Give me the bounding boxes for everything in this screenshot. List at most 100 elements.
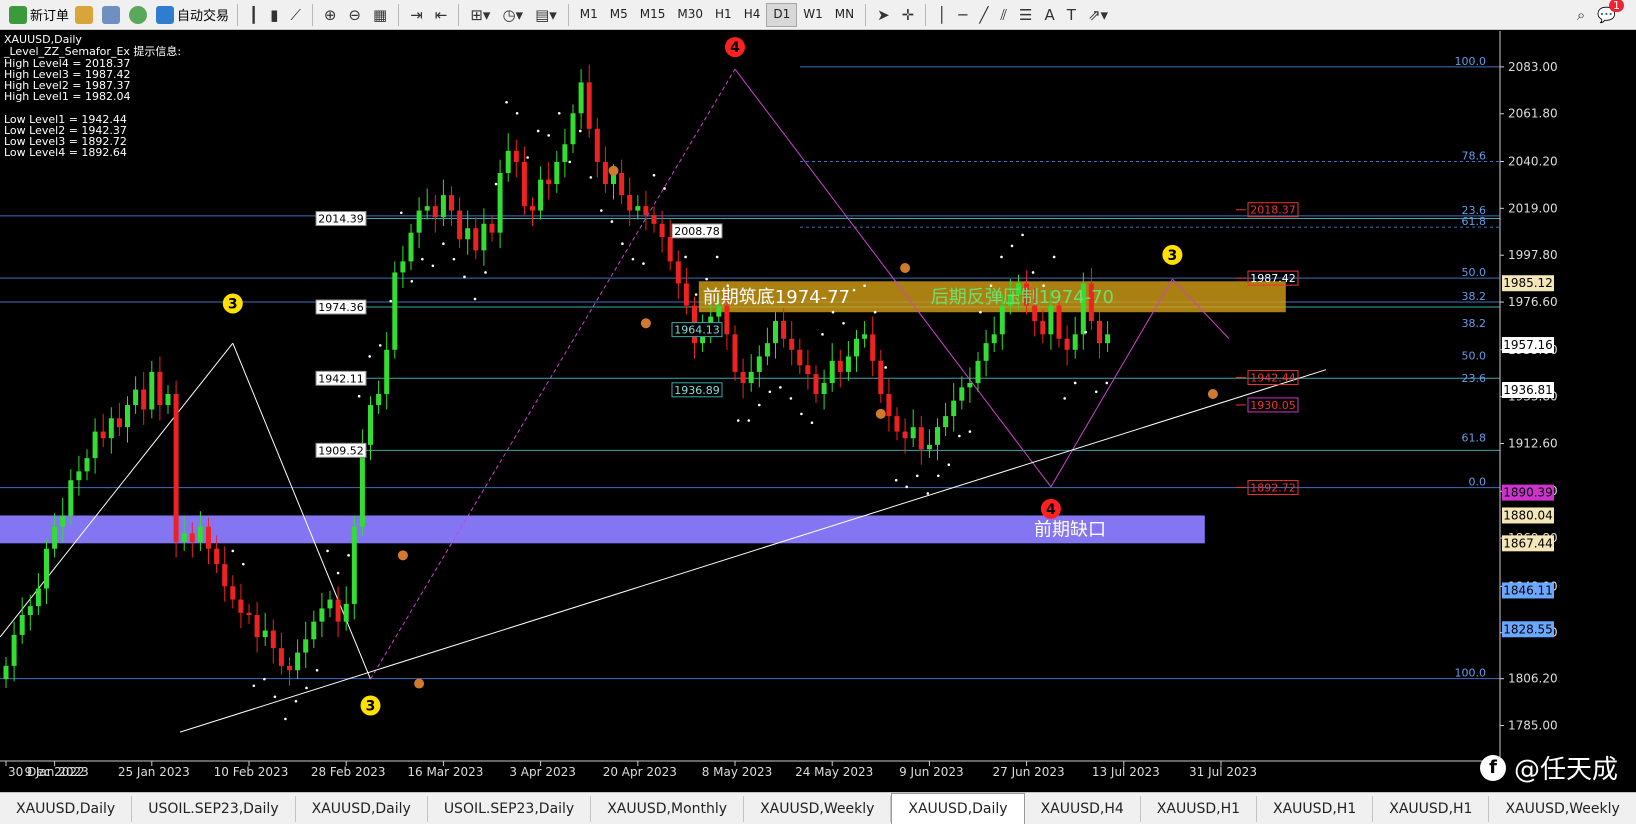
candle-body [943, 416, 949, 428]
candle-body [667, 237, 673, 262]
stop-dot [937, 474, 940, 478]
stop-dot [347, 554, 350, 557]
time-tick-label: 9 Jan 2023 [24, 765, 88, 779]
horizontal-line-icon[interactable]: ─ [952, 6, 973, 24]
notifications-button[interactable]: 💬 1 [1591, 0, 1624, 24]
timeframe-h4[interactable]: H4 [738, 3, 767, 25]
chart-tab[interactable]: XAUUSD,H4 [1025, 795, 1141, 822]
facebook-icon: f [1479, 754, 1506, 781]
search-icon[interactable]: ⌕ [1571, 6, 1591, 24]
stop-dot [505, 100, 508, 104]
stop-dot [873, 310, 877, 314]
candle-body [675, 261, 681, 284]
stop-dot [958, 434, 961, 438]
price-chart[interactable]: 100.0 78.6 61.8 50.0 38.2 23.6 0.0 100.0 38.2 50.… [0, 31, 1636, 792]
candle-body [327, 599, 333, 609]
candlestick-icon[interactable]: ▮ [264, 6, 284, 24]
chart-tab[interactable]: XAUUSD,Weekly [1489, 795, 1636, 822]
chart-tab[interactable]: XAUUSD,H1 [1257, 795, 1374, 822]
timeframe-m5[interactable]: M5 [604, 3, 634, 25]
candle-body [975, 360, 981, 383]
chart-tab[interactable]: XAUUSD,Monthly [591, 795, 745, 822]
stop-dot [273, 695, 277, 699]
cursor-icon[interactable]: ➤ [871, 6, 896, 24]
fibonacci-icon[interactable]: ☰ [1013, 6, 1038, 24]
line-chart-icon[interactable]: ⟋ [284, 6, 307, 24]
bar-chart-icon[interactable]: ┃ [243, 6, 264, 24]
timeframe-d1[interactable]: D1 [766, 2, 798, 27]
zigzag-line-magenta [370, 68, 736, 680]
semafor-label: 1892.72 [1250, 481, 1296, 494]
candle-body [773, 321, 778, 344]
stop-dot [252, 684, 256, 688]
stop-dot [1073, 381, 1077, 385]
navigator-button[interactable] [126, 3, 153, 27]
stop-dot [526, 156, 529, 159]
stop-dot [600, 209, 603, 212]
timeframe-mn[interactable]: MN [829, 3, 860, 25]
candle-body [602, 161, 608, 185]
stop-dot [315, 668, 319, 672]
candle-body [918, 427, 924, 450]
data-window-button[interactable] [99, 3, 126, 27]
candle-body [627, 195, 633, 211]
stop-dot [231, 549, 235, 553]
timeframe-m1[interactable]: M1 [574, 3, 604, 25]
candle-body [481, 223, 487, 251]
periods-icon[interactable]: ◷▾ [496, 6, 529, 24]
stop-dot [842, 321, 845, 325]
candle-body [781, 321, 787, 339]
chart-tab[interactable]: USOIL.SEP23,Daily [428, 795, 592, 822]
text-icon[interactable]: A [1039, 6, 1061, 24]
chart-tab[interactable]: XAUUSD,H1 [1373, 795, 1490, 822]
auto-trade-button[interactable]: 自动交易 [153, 3, 232, 27]
minor-pivot-marker [608, 165, 619, 176]
price-tag-label: 1985.12 [1503, 276, 1553, 290]
arrows-icon[interactable]: ⇗▾ [1082, 6, 1114, 24]
crosshair-icon[interactable]: ✛ [896, 6, 921, 24]
auto-scroll-icon[interactable]: ⇥ [404, 6, 429, 24]
data-window-icon [102, 5, 121, 24]
stop-dot [905, 485, 909, 489]
chart-tab[interactable]: XAUUSD,H1 [1141, 795, 1258, 822]
timeframe-m30[interactable]: M30 [671, 3, 709, 25]
chart-tab[interactable]: USOIL.SEP23,Daily [132, 795, 296, 822]
text-label-icon[interactable]: T [1061, 6, 1082, 24]
stop-dot [547, 134, 550, 137]
candle-body [165, 394, 171, 406]
stop-dot [1010, 244, 1014, 248]
candle-body [683, 283, 689, 306]
tile-windows-icon[interactable]: ▦ [367, 6, 393, 24]
chart-tab[interactable]: XAUUSD,Daily [891, 793, 1025, 824]
candle-body [1040, 321, 1046, 335]
chart-tab[interactable]: XAUUSD,Weekly [744, 795, 892, 822]
equidistant-channel-icon[interactable]: ⫽ [994, 6, 1013, 24]
stop-dot [810, 421, 814, 425]
templates-icon[interactable]: ▤▾ [529, 6, 563, 24]
time-tick-label: 25 Jan 2023 [118, 765, 190, 779]
time-tick-label: 8 May 2023 [702, 765, 773, 779]
chart-tab[interactable]: XAUUSD,Daily [0, 795, 133, 822]
candle-body [416, 210, 422, 233]
candle-body [659, 223, 665, 238]
candle-body [238, 599, 244, 613]
stop-dot [473, 297, 477, 301]
vertical-line-icon[interactable]: │ [931, 6, 952, 24]
indicators-icon[interactable]: ⊞▾ [464, 6, 496, 24]
new-order-label: 新订单 [30, 9, 70, 24]
zoom-in-icon[interactable]: ⊕ [318, 6, 343, 24]
chart-shift-icon[interactable]: ⇤ [429, 6, 454, 24]
zoom-out-icon[interactable]: ⊖ [342, 6, 367, 24]
stop-dot [684, 255, 687, 259]
timeframe-m15[interactable]: M15 [634, 3, 672, 25]
timeframe-w1[interactable]: W1 [797, 3, 829, 25]
candle-body [562, 144, 568, 162]
candle-body [862, 334, 868, 339]
new-order-button[interactable]: 新订单 [6, 3, 72, 27]
trendline-icon[interactable]: ╱ [973, 6, 994, 24]
stop-dot [294, 699, 298, 703]
chart-tab[interactable]: XAUUSD,Daily [296, 795, 428, 822]
timeframe-h1[interactable]: H1 [709, 3, 738, 25]
stop-dot [305, 686, 308, 690]
market-watch-button[interactable] [72, 3, 99, 27]
